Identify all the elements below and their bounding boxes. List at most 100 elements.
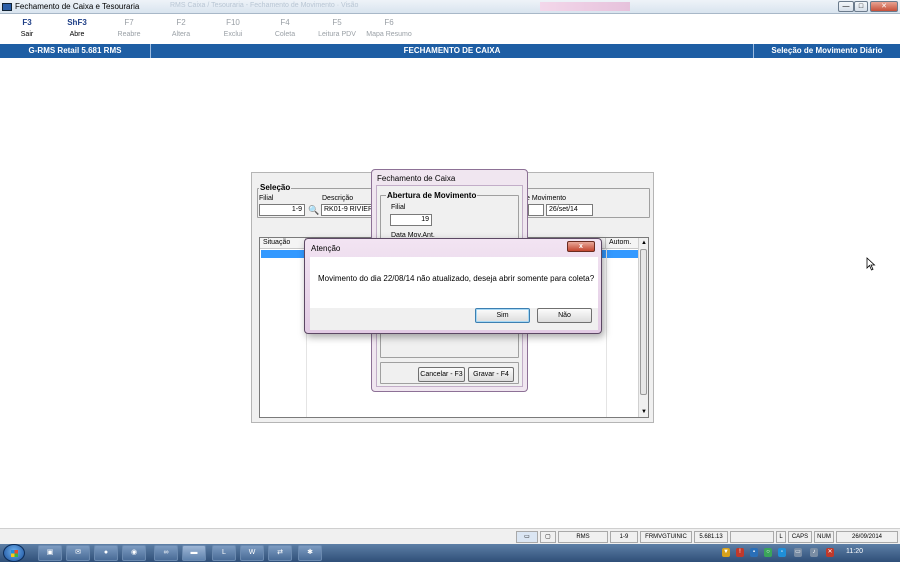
- tray-network-icon[interactable]: ▪: [750, 548, 758, 557]
- gravar-button[interactable]: Gravar - F4: [468, 367, 514, 382]
- taskbar-explorer-icon[interactable]: ▣: [38, 545, 62, 561]
- alert-dialog-footer: Sim Não: [310, 308, 598, 330]
- toolbar-reabre-button[interactable]: F7 Reabre: [102, 18, 156, 38]
- taskbar-transfer-icon[interactable]: ⇄: [268, 545, 292, 561]
- toolbar-sair-button[interactable]: F3 Sair: [0, 18, 54, 38]
- alert-message: Movimento do dia 22/08/14 não atualizado…: [318, 274, 595, 283]
- toolbar-key: F6: [384, 18, 394, 27]
- toolbar: F3 Sair ShF3 Abre F7 Reabre F2 Altera F1…: [0, 15, 900, 44]
- tray-volume-icon[interactable]: ♪: [810, 548, 818, 557]
- taskbar-lync-icon[interactable]: L: [212, 545, 236, 561]
- toolbar-key: F10: [226, 18, 240, 27]
- fechamento-dialog-title: Fechamento de Caixa: [377, 174, 456, 183]
- nao-button[interactable]: Não: [537, 308, 592, 323]
- movimento-label: e Movimento: [526, 195, 567, 202]
- clipboard-icon: ▢: [540, 531, 556, 543]
- window-ghost-highlight: [540, 2, 630, 11]
- scroll-down-icon[interactable]: ▼: [639, 407, 649, 417]
- alert-dialog-body: Movimento do dia 22/08/14 não atualizado…: [310, 257, 598, 308]
- toolbar-key: F4: [280, 18, 290, 27]
- toolbar-label: Sair: [20, 31, 34, 38]
- status-blank: [730, 531, 774, 543]
- toolbar-key: F3: [22, 18, 32, 27]
- toolbar-label: Altera: [171, 31, 191, 38]
- taskbar-puzzle-icon[interactable]: ✱: [298, 545, 322, 561]
- status-filial: 1-9: [610, 531, 638, 543]
- tray-flag-icon[interactable]: ✕: [826, 548, 834, 557]
- header-bar: G-RMS Retail 5.681 RMS FECHAMENTO DE CAI…: [0, 44, 900, 58]
- filial-input[interactable]: 1-9: [259, 204, 305, 216]
- toolbar-label: Exclui: [223, 31, 243, 38]
- status-version: 5.681.13: [694, 531, 728, 543]
- scroll-up-icon[interactable]: ▲: [639, 238, 649, 248]
- alert-dialog-title: Atenção: [311, 244, 341, 253]
- mouse-cursor-icon: [866, 257, 876, 271]
- selection-group-label: Seleção: [259, 183, 292, 192]
- toolbar-coleta-button[interactable]: F4 Coleta: [258, 18, 312, 38]
- list-scrollbar[interactable]: ▲ ▼: [638, 238, 648, 417]
- minimize-button[interactable]: —: [838, 1, 854, 12]
- tray-sync-icon[interactable]: ○: [764, 548, 772, 557]
- header-app-name: G-RMS Retail 5.681 RMS: [0, 44, 151, 58]
- alert-close-button[interactable]: x: [567, 241, 595, 252]
- tray-alert-icon[interactable]: !: [736, 548, 744, 557]
- movimento-prefix-input[interactable]: [528, 204, 544, 216]
- taskbar: ▣ ✉ ● ◉ ∞ ▬ L W ⇄ ✱ ▼ ! ▪ ○ ▫ ▭ ♪ ✕ 11:2…: [0, 544, 900, 562]
- close-button[interactable]: ✕: [870, 1, 898, 12]
- tray-chat-icon[interactable]: ▫: [778, 548, 786, 557]
- column-autom[interactable]: Autom.: [606, 238, 640, 249]
- column-situacao[interactable]: Situação: [260, 238, 306, 249]
- toolbar-abre-button[interactable]: ShF3 Abre: [50, 18, 104, 38]
- header-screen-title: FECHAMENTO DE CAIXA: [151, 44, 754, 58]
- toolbar-key: ShF3: [67, 18, 87, 27]
- toolbar-label: Coleta: [274, 31, 296, 38]
- toolbar-key: F5: [332, 18, 342, 27]
- cancelar-button[interactable]: Cancelar - F3: [418, 367, 465, 382]
- taskbar-app-icon[interactable]: ∞: [154, 545, 178, 561]
- taskbar-outlook-icon[interactable]: ✉: [66, 545, 90, 561]
- sim-button[interactable]: Sim: [475, 308, 530, 323]
- taskbar-clock[interactable]: 11:20: [846, 548, 863, 555]
- status-num: NUM: [814, 531, 834, 543]
- start-button[interactable]: [3, 544, 25, 562]
- abertura-filial-input[interactable]: 19: [390, 214, 432, 226]
- status-db: RMS: [558, 531, 608, 543]
- status-l: L: [776, 531, 786, 543]
- toolbar-leitura-pdv-button[interactable]: F5 Leitura PDV: [310, 18, 364, 38]
- status-caps: CAPS: [788, 531, 812, 543]
- descricao-label: Descrição: [322, 195, 354, 202]
- taskbar-firefox-icon[interactable]: ●: [94, 545, 118, 561]
- toolbar-altera-button[interactable]: F2 Altera: [154, 18, 208, 38]
- alert-dialog: Atenção x Movimento do dia 22/08/14 não …: [304, 238, 602, 334]
- toolbar-label: Reabre: [117, 31, 141, 38]
- status-date: 26/09/2014: [836, 531, 898, 543]
- filial-label: Filial: [259, 195, 274, 202]
- binoculars-icon[interactable]: 🔍: [308, 205, 319, 216]
- maximize-button[interactable]: □: [854, 1, 868, 12]
- toolbar-label: Leitura PDV: [318, 31, 356, 38]
- status-program: FRMVGTUINIC: [640, 531, 692, 543]
- abertura-group-label: Abertura de Movimento: [386, 191, 478, 200]
- toolbar-key: F7: [124, 18, 134, 27]
- taskbar-rms-icon[interactable]: ▬: [182, 545, 206, 561]
- taskbar-chrome-icon[interactable]: ◉: [122, 545, 146, 561]
- tray-monitor-icon[interactable]: ▭: [794, 548, 802, 557]
- tray-shield-icon[interactable]: ▼: [722, 548, 730, 557]
- window-titlebar: Fechamento de Caixa e Tesouraria RMS Cai…: [0, 0, 900, 14]
- abertura-filial-label: Filial: [391, 204, 406, 211]
- network-icon: ▭: [516, 531, 538, 543]
- toolbar-mapa-resumo-button[interactable]: F6 Mapa Resumo: [362, 18, 416, 38]
- column-divider: [606, 249, 607, 417]
- window-title: Fechamento de Caixa e Tesouraria: [15, 2, 140, 11]
- window-ghost-title: RMS Caixa / Tesouraria - Fechamento de M…: [170, 2, 359, 9]
- app-icon: [2, 3, 12, 11]
- statusbar: ▭ ▢ RMS 1-9 FRMVGTUINIC 5.681.13 L CAPS …: [0, 528, 900, 544]
- toolbar-key: F2: [176, 18, 186, 27]
- header-context: Seleção de Movimento Diário: [771, 46, 883, 55]
- movimento-date-input[interactable]: 26/set/14: [546, 204, 593, 216]
- scroll-thumb[interactable]: [640, 249, 647, 395]
- descricao-input[interactable]: RK01-9 RIVIERA: [321, 204, 373, 216]
- taskbar-word-icon[interactable]: W: [240, 545, 264, 561]
- toolbar-exclui-button[interactable]: F10 Exclui: [206, 18, 260, 38]
- toolbar-label: Abre: [69, 31, 85, 38]
